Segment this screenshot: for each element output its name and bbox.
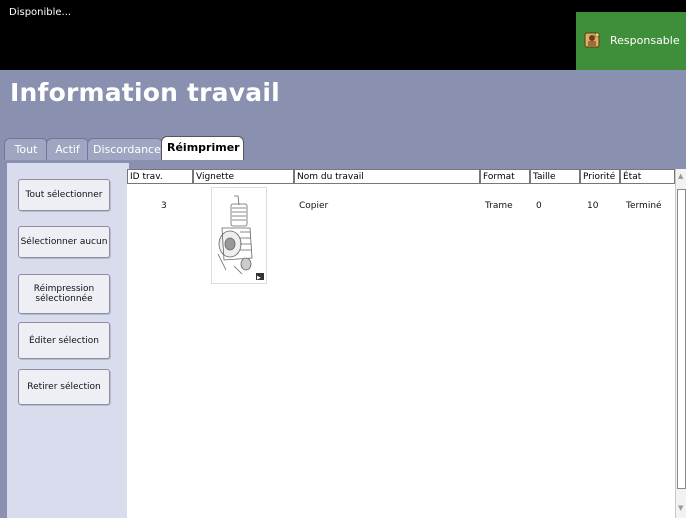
machine-status-text: Disponible... bbox=[9, 7, 72, 18]
column-header-thumbnail[interactable]: Vignette bbox=[193, 169, 294, 184]
job-information-screen: Disponible... Responsable Information tr… bbox=[0, 0, 686, 518]
column-header-job-name[interactable]: Nom du travail bbox=[294, 169, 480, 184]
top-status-bar: Disponible... Responsable bbox=[0, 0, 686, 70]
scroll-down-arrow-icon[interactable]: ▼ bbox=[678, 505, 683, 512]
job-size-cell: 0 bbox=[536, 201, 542, 211]
edit-selection-button[interactable]: Éditer sélection bbox=[18, 322, 110, 359]
actions-panel: Tout sélectionner Sélectionner aucun Réi… bbox=[7, 163, 129, 518]
svg-text:▶: ▶ bbox=[257, 275, 261, 281]
remove-selection-button[interactable]: Retirer sélection bbox=[18, 369, 110, 405]
select-all-button[interactable]: Tout sélectionner bbox=[18, 179, 110, 211]
column-header-format[interactable]: Format bbox=[480, 169, 530, 184]
job-state-cell: Terminé bbox=[626, 201, 662, 211]
job-id-cell: 3 bbox=[161, 201, 167, 211]
tab-reprint[interactable]: Réimprimer bbox=[161, 136, 244, 160]
job-priority-cell: 10 bbox=[587, 201, 599, 211]
column-header-state[interactable]: État bbox=[620, 169, 675, 184]
page-title: Information travail bbox=[10, 78, 280, 107]
job-table: ID trav. Vignette Nom du travail Format … bbox=[127, 169, 675, 518]
scrollbar-thumb[interactable] bbox=[677, 189, 686, 489]
column-header-id[interactable]: ID trav. bbox=[127, 169, 193, 184]
vehicle-sketch-thumbnail-icon: ▶ bbox=[217, 195, 264, 281]
reprint-selected-button[interactable]: Réimpression sélectionnée bbox=[18, 274, 110, 314]
user-key-icon bbox=[584, 32, 600, 48]
job-format-cell: Trame bbox=[485, 201, 513, 211]
job-thumbnail[interactable]: ▶ bbox=[211, 187, 267, 284]
scroll-up-arrow-icon[interactable]: ▲ bbox=[678, 173, 683, 180]
job-name-cell: Copier bbox=[299, 201, 329, 211]
administrator-login-button[interactable]: Responsable bbox=[576, 12, 686, 70]
column-header-size[interactable]: Taille bbox=[530, 169, 580, 184]
tab-discordance[interactable]: Discordance bbox=[87, 138, 163, 160]
table-scrollbar[interactable]: ▲ ▼ bbox=[675, 169, 686, 518]
column-header-priority[interactable]: Priorité bbox=[580, 169, 620, 184]
tab-active[interactable]: Actif bbox=[46, 138, 89, 160]
administrator-login-label: Responsable bbox=[610, 34, 680, 47]
tab-all[interactable]: Tout bbox=[4, 138, 48, 160]
select-none-button[interactable]: Sélectionner aucun bbox=[18, 226, 110, 258]
